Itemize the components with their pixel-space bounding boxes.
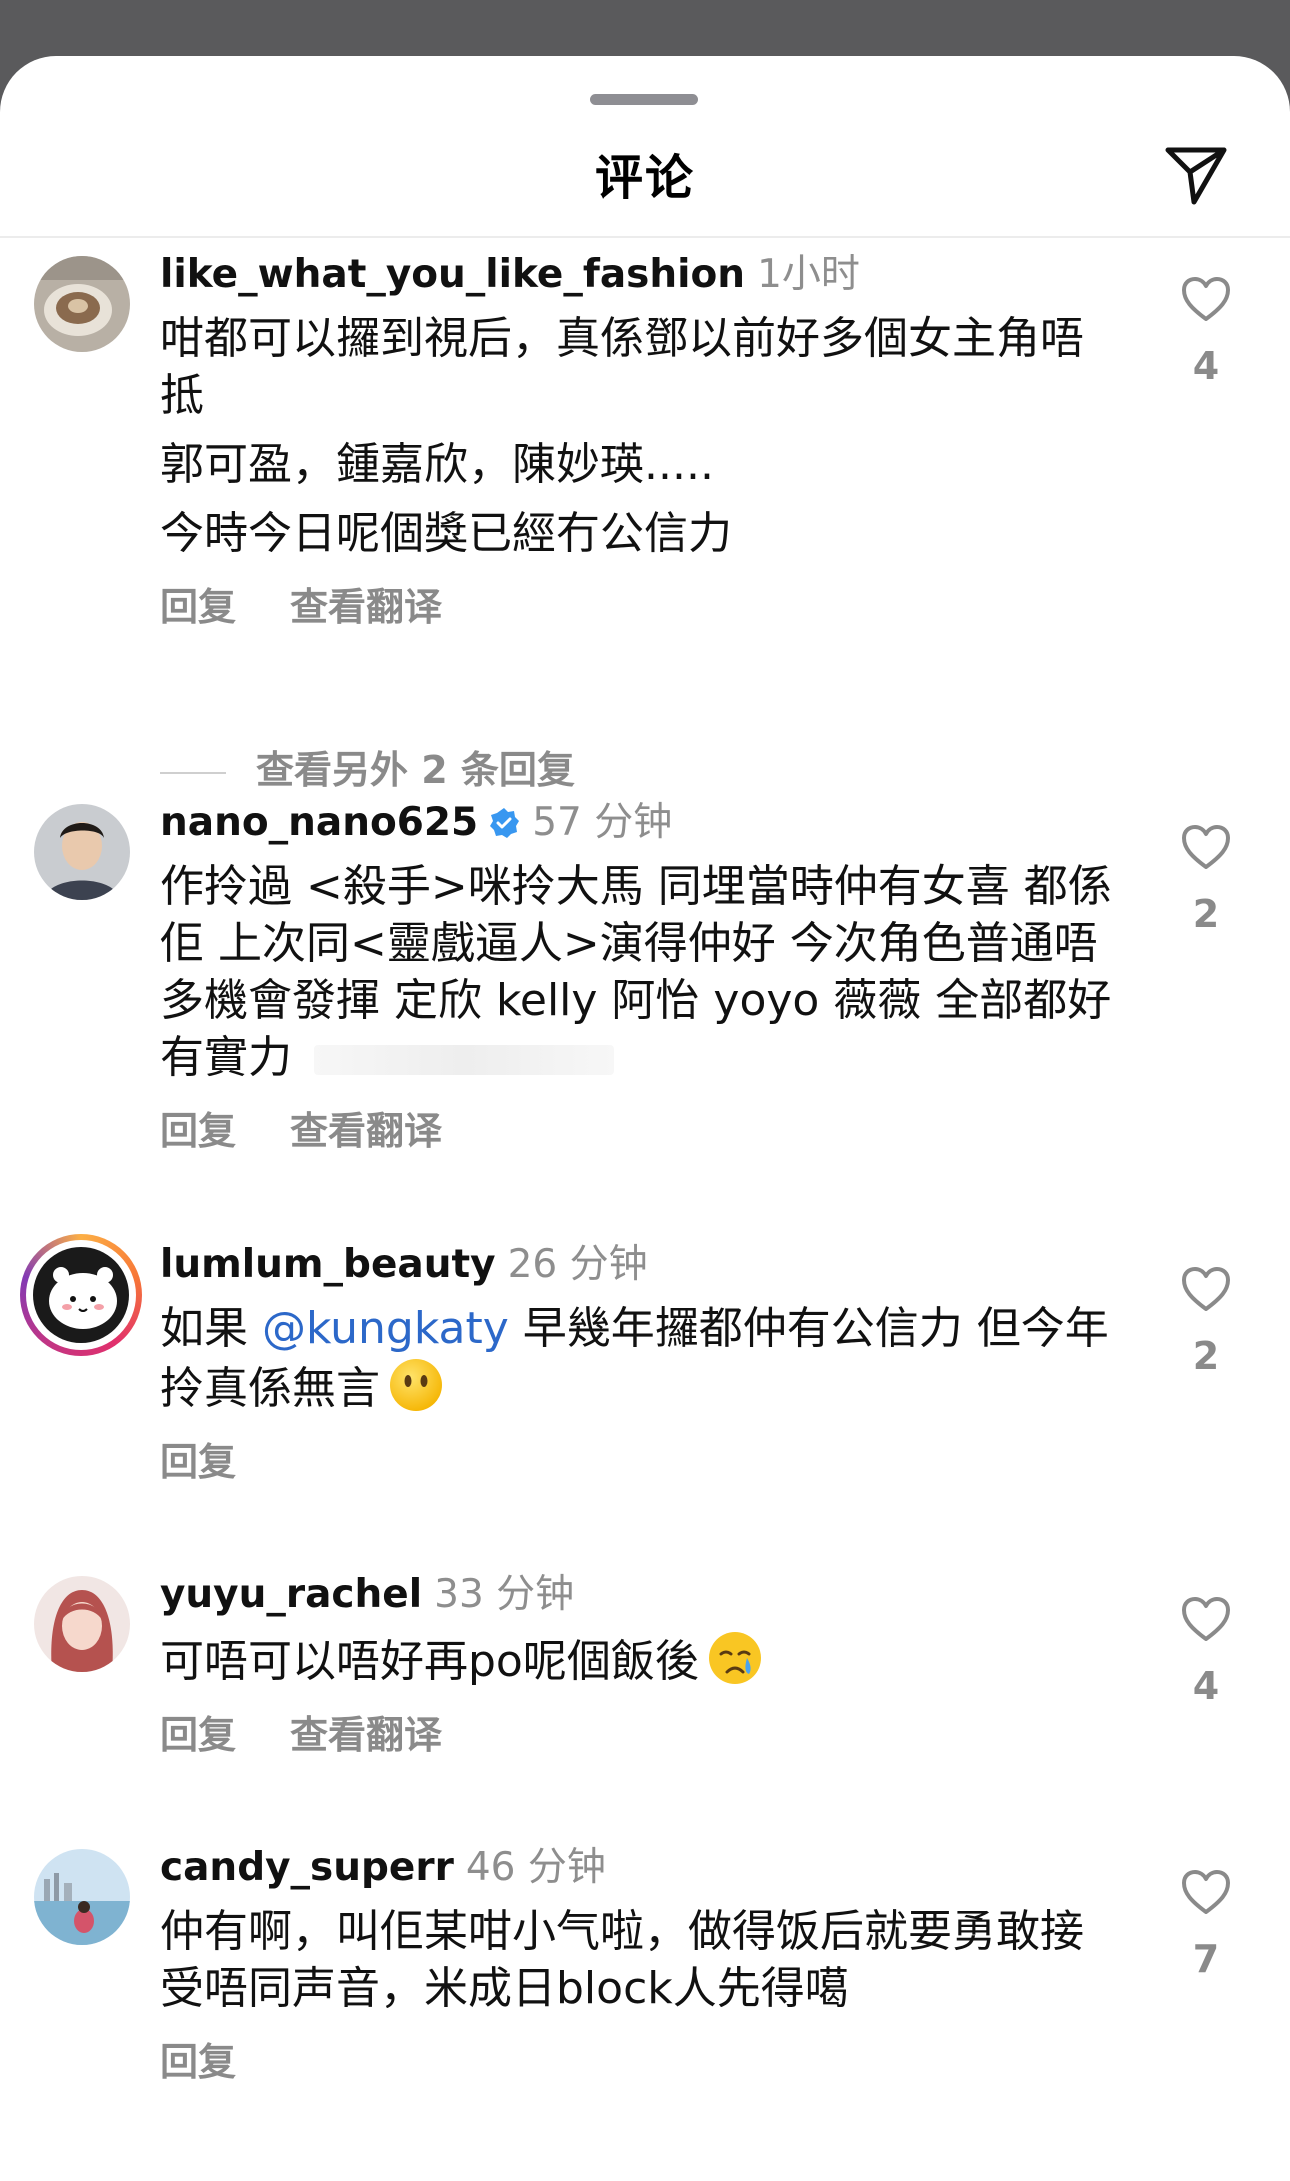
like-count: 4 [1192,344,1220,388]
heart-icon [1182,277,1230,321]
reply-button[interactable]: 回复 [160,585,236,629]
no-mouth-face-emoji-icon [390,1359,442,1411]
comment-username[interactable]: nano_nano625 [160,800,478,845]
comment-time: 57 分钟 [532,800,673,845]
mention-link[interactable]: @kungkaty [262,1303,509,1354]
translate-button[interactable]: 查看翻译 [290,1713,442,1757]
view-more-replies[interactable]: 查看另外 2 条回复 [160,739,575,794]
comment-text: 可唔可以唔好再po呢個飯後 [160,1630,1120,1690]
reply-button[interactable]: 回复 [160,1109,236,1153]
sheet-grabber[interactable] [590,94,698,105]
comment-username[interactable]: candy_superr [160,1845,454,1890]
heart-icon [1182,1597,1230,1641]
comment-username[interactable]: like_what_you_like_fashion [160,252,745,297]
view-more-replies-label: 查看另外 2 条回复 [256,748,575,792]
reply-button[interactable]: 回复 [160,1713,236,1757]
heart-icon [1182,825,1230,869]
share-icon[interactable] [1160,138,1232,210]
reply-button[interactable]: 回复 [160,2040,236,2084]
like-button[interactable]: 2 [1176,824,1236,936]
comment-username[interactable]: yuyu_rachel [160,1572,422,1617]
comments-sheet: 评论 like_what_you_like_fashion 1小时 咁都可以攞到視… [0,56,1290,2181]
comment-time: 33 分钟 [434,1572,575,1617]
comment-text: 如果 @kungkaty 早幾年攞都仲有公信力 但今年拎真係無言 [160,1300,1120,1417]
heart-icon [1182,1267,1230,1311]
replies-line [160,771,226,774]
comment-time: 1小时 [757,252,860,297]
heart-icon [1182,1870,1230,1914]
comment-text-content: 作拎過 <殺手>咪拎大馬 同埋當時仲有女喜 都係佢 上次同<靈戲逼人>演得仲好 … [160,861,1112,1083]
avatar[interactable] [34,1849,130,1945]
blurred-content [314,1045,614,1075]
sheet-title: 评论 [594,150,695,206]
comment-time: 46 分钟 [465,1845,606,1890]
avatar[interactable] [34,804,130,900]
comment-text-line: 咁都可以攞到視后，真係鄧以前好多個女主角唔抵 [160,313,1084,421]
like-count: 2 [1192,1334,1220,1378]
like-count: 2 [1192,892,1220,936]
avatar-story-ring[interactable] [20,1234,142,1356]
translate-button[interactable]: 查看翻译 [290,585,442,629]
reply-button[interactable]: 回复 [160,1440,236,1484]
comment-text-line: 今時今日呢個獎已經冇公信力 [160,508,732,559]
header-divider [0,236,1290,238]
like-count: 7 [1192,1937,1220,1981]
avatar[interactable] [34,1576,130,1672]
comment-text-content: 可唔可以唔好再po呢個飯後 [160,1636,699,1687]
like-button[interactable]: 2 [1176,1266,1236,1378]
translate-button[interactable]: 查看翻译 [290,1109,442,1153]
crying-face-emoji-icon [708,1632,761,1684]
comment-text-before: 如果 [160,1303,262,1354]
like-count: 4 [1192,1664,1220,1708]
like-button[interactable]: 4 [1176,1596,1236,1708]
verified-badge-icon [490,808,520,838]
comment-text: 咁都可以攞到視后，真係鄧以前好多個女主角唔抵 郭可盈，鍾嘉欣，陳妙瑛..... … [160,310,1120,562]
like-button[interactable]: 7 [1176,1869,1236,1981]
comment-text-line: 郭可盈，鍾嘉欣，陳妙瑛..... [160,439,714,490]
like-button[interactable]: 4 [1176,276,1236,388]
comment-username[interactable]: lumlum_beauty [160,1242,496,1287]
avatar[interactable] [34,256,130,352]
comment-time: 26 分钟 [507,1242,648,1287]
comment-text: 作拎過 <殺手>咪拎大馬 同埋當時仲有女喜 都係佢 上次同<靈戲逼人>演得仲好 … [160,858,1120,1086]
comment-text: 仲有啊，叫佢某咁小气啦，做得饭后就要勇敢接受唔同声音，米成日block人先得噶 [160,1906,1084,2014]
